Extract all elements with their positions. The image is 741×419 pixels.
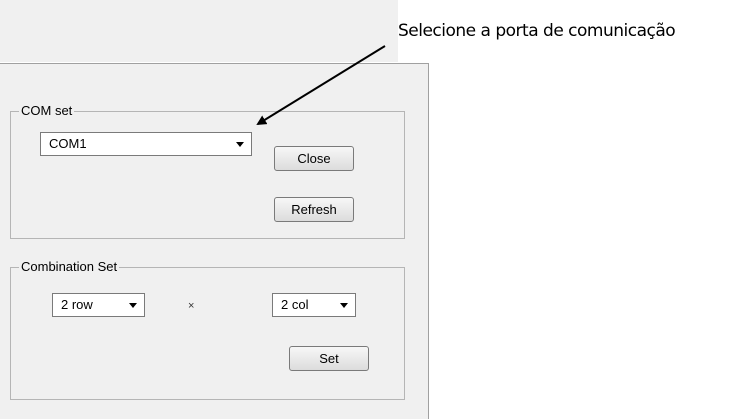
- annotation-arrow: [256, 45, 386, 126]
- arrow-line: [256, 45, 386, 126]
